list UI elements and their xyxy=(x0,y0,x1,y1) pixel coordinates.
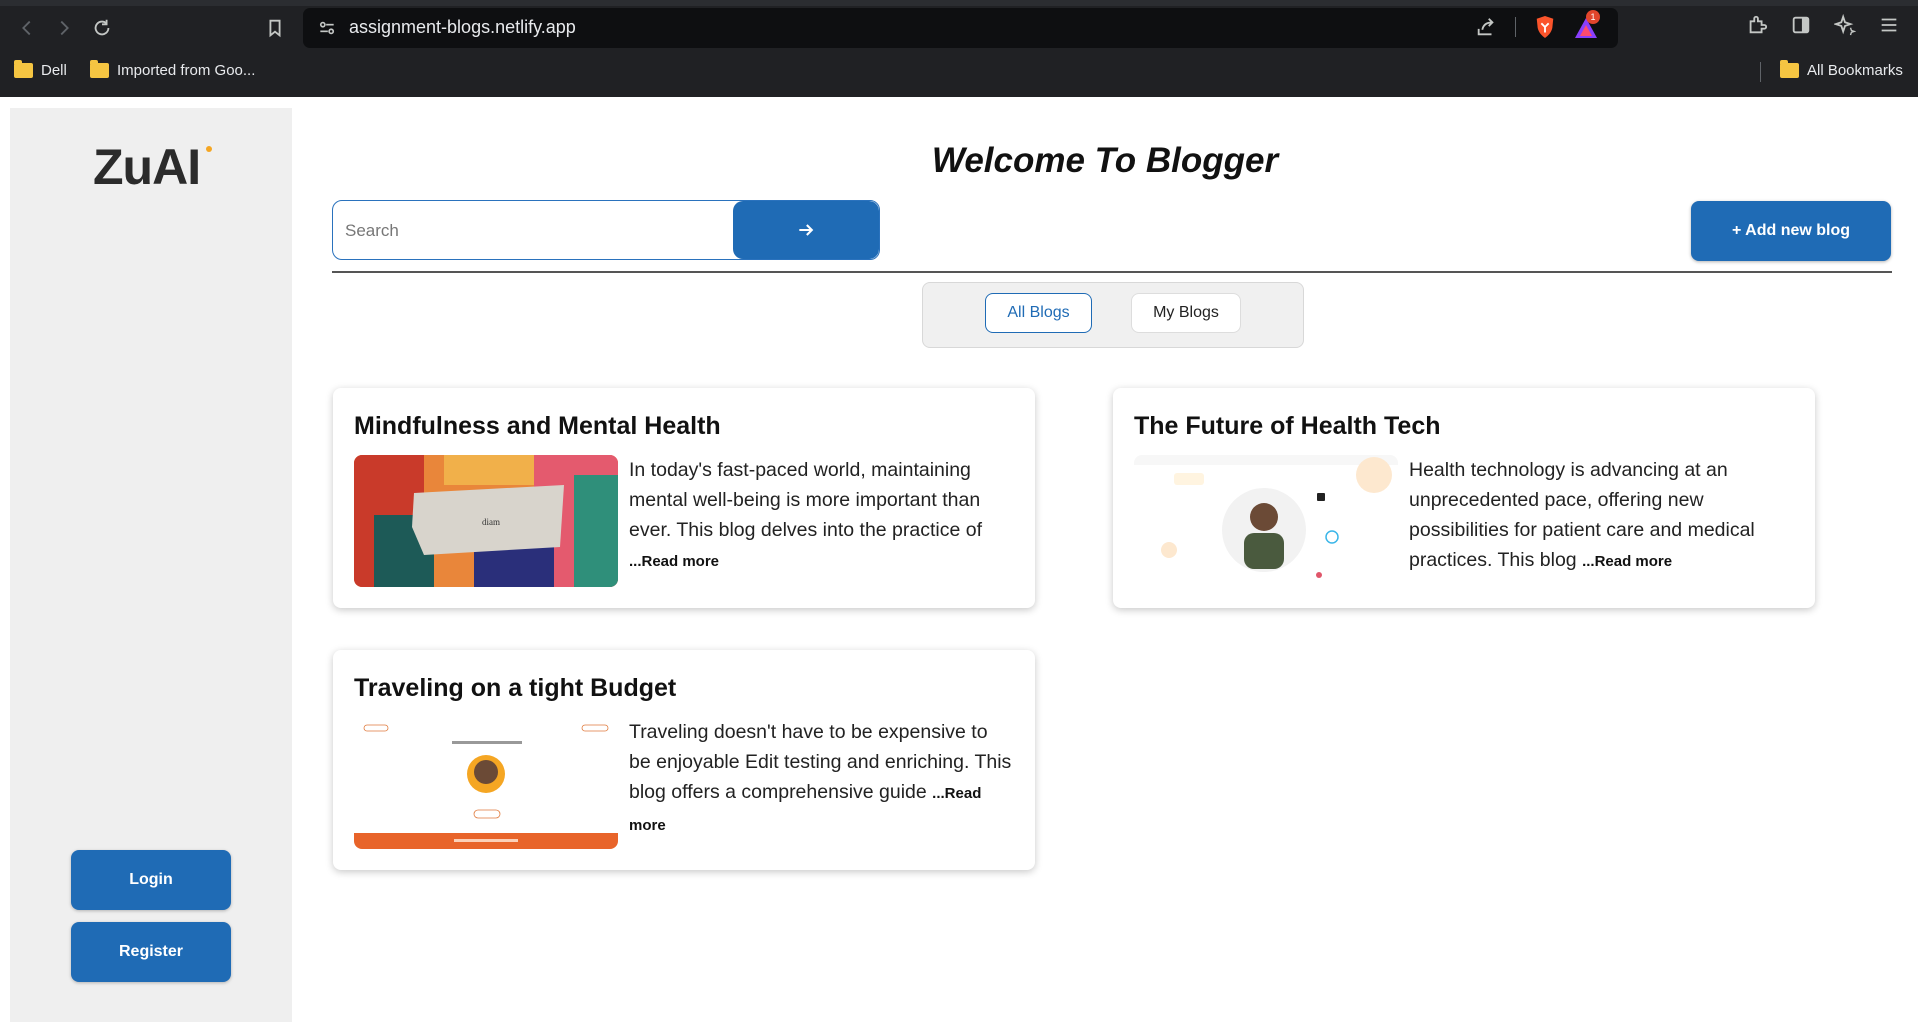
website-screenshot-image xyxy=(354,717,618,849)
address-bar[interactable]: assignment-blogs.netlify.app 1 xyxy=(303,8,1618,48)
tab-strip xyxy=(0,0,1918,6)
page-title: Welcome To Blogger xyxy=(931,141,1279,180)
blog-card[interactable]: Traveling on a tight Budget Traveling do… xyxy=(333,650,1035,870)
blog-thumbnail: diam xyxy=(354,455,618,587)
arrow-left-icon xyxy=(22,20,31,36)
blog-title[interactable]: The Future of Health Tech xyxy=(1134,412,1441,441)
search-button[interactable] xyxy=(733,201,879,259)
excerpt-text: In today's fast-paced world, maintaining… xyxy=(629,459,983,541)
blog-card[interactable]: Mindfulness and Mental Health diam In to… xyxy=(333,388,1035,608)
blog-title[interactable]: Traveling on a tight Budget xyxy=(354,674,676,703)
blog-title[interactable]: Mindfulness and Mental Health xyxy=(354,412,721,441)
folder-icon xyxy=(14,60,33,78)
portfolio-screenshot-image xyxy=(1134,455,1398,587)
arrow-right-icon xyxy=(799,224,814,236)
reload-icon xyxy=(94,19,110,36)
read-more-link[interactable]: ...Read more xyxy=(629,553,719,570)
back-button[interactable] xyxy=(12,13,42,43)
svg-text:diam: diam xyxy=(482,517,500,527)
arrow-right-icon xyxy=(60,20,69,36)
separator xyxy=(1760,62,1761,82)
all-bookmarks[interactable]: All Bookmarks xyxy=(1780,60,1903,79)
bookmarks-bar: Dell Imported from Goo... All Bookmarks xyxy=(0,58,1918,88)
main-content: Welcome To Blogger + Add new blog All Bl… xyxy=(292,97,1918,1032)
extensions-icon[interactable] xyxy=(1746,14,1768,36)
add-new-blog-button[interactable]: + Add new blog xyxy=(1691,201,1891,261)
folder-icon xyxy=(90,60,109,78)
blog-filter-tabs: All Blogs My Blogs xyxy=(922,282,1304,348)
blog-thumbnail xyxy=(354,717,618,849)
notification-badge: 1 xyxy=(1586,10,1600,24)
search-input[interactable] xyxy=(333,201,747,259)
blog-excerpt: Traveling doesn't have to be expensive t… xyxy=(629,717,1014,841)
brave-rewards-button[interactable]: 1 xyxy=(1574,10,1600,39)
all-bookmarks-label: All Bookmarks xyxy=(1807,62,1903,79)
bookmark-label: Imported from Goo... xyxy=(117,62,256,79)
logo[interactable]: ZuAI xyxy=(93,138,201,196)
bookmark-page-button[interactable] xyxy=(260,13,290,43)
bookmark-dell[interactable]: Dell xyxy=(14,60,67,79)
search-bar xyxy=(332,200,880,260)
header-divider xyxy=(332,271,1892,273)
site-settings-icon[interactable] xyxy=(317,18,337,38)
tab-my-blogs[interactable]: My Blogs xyxy=(1131,293,1241,333)
leo-ai-icon[interactable] xyxy=(1834,14,1856,36)
blog-thumbnail xyxy=(1134,455,1398,587)
sidebar-toggle-icon[interactable] xyxy=(1790,14,1812,36)
login-button[interactable]: Login xyxy=(71,850,231,910)
url-text: assignment-blogs.netlify.app xyxy=(349,17,576,37)
register-button[interactable]: Register xyxy=(71,922,231,982)
separator xyxy=(1515,17,1516,37)
browser-chrome: assignment-blogs.netlify.app 1 Dell Impo… xyxy=(0,0,1918,97)
brave-shields-icon[interactable] xyxy=(1534,15,1556,39)
share-icon[interactable] xyxy=(1475,16,1497,38)
bookmark-label: Dell xyxy=(41,62,67,79)
tab-all-blogs[interactable]: All Blogs xyxy=(985,293,1092,333)
read-more-link[interactable]: ...Read more xyxy=(1582,553,1672,570)
reload-button[interactable] xyxy=(87,13,117,43)
abstract-painting-image: diam xyxy=(354,455,618,587)
bookmark-imported[interactable]: Imported from Goo... xyxy=(90,60,256,79)
blog-excerpt: In today's fast-paced world, maintaining… xyxy=(629,455,1014,577)
blog-card[interactable]: The Future of Health Tech Health technol… xyxy=(1113,388,1815,608)
folder-icon xyxy=(1780,60,1799,78)
blog-excerpt: Health technology is advancing at an unp… xyxy=(1409,455,1794,577)
forward-button[interactable] xyxy=(49,13,79,43)
logo-accent-dot xyxy=(206,146,212,152)
bookmark-icon xyxy=(269,19,281,38)
menu-icon[interactable] xyxy=(1878,14,1900,36)
sidebar: ZuAI Login Register xyxy=(10,108,292,1022)
